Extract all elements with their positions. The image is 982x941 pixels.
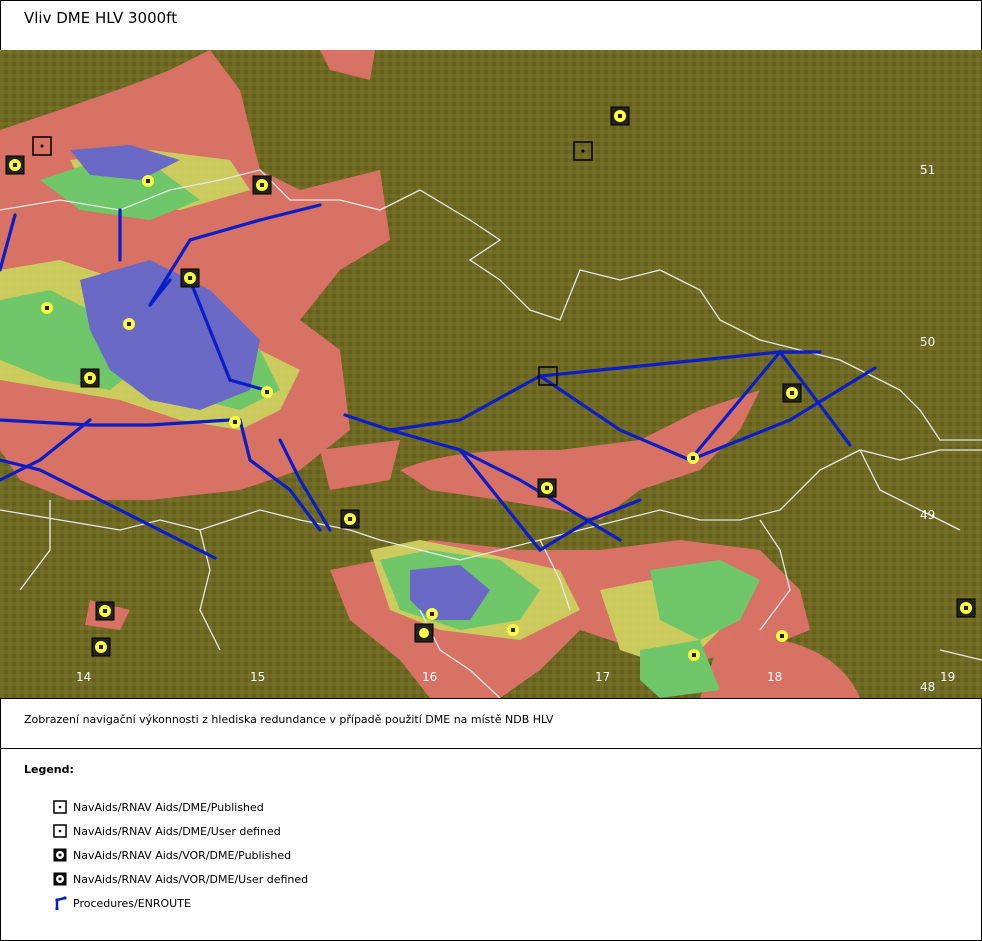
vor-dme-icon <box>782 383 802 403</box>
vor-dme-icon <box>5 155 25 175</box>
vor-dme-icon <box>252 175 272 195</box>
dme-published-icon <box>53 800 67 814</box>
legend-label: NavAids/RNAV Aids/VOR/DME/Published <box>73 848 292 862</box>
latitude-label: 49 <box>920 508 935 522</box>
vor-dme-icon <box>91 637 111 657</box>
latitude-label: 48 <box>920 680 935 694</box>
latitude-label: 50 <box>920 335 935 349</box>
longitude-label: 17 <box>595 670 610 684</box>
vor-dme-icon <box>80 368 100 388</box>
vor-dme-icon <box>956 598 976 618</box>
longitude-label: 14 <box>76 670 91 684</box>
latitude-label: 51 <box>920 163 935 177</box>
legend-item: NavAids/RNAV Aids/DME/Published <box>53 795 308 819</box>
legend-label: NavAids/RNAV Aids/DME/User defined <box>73 824 281 838</box>
enroute-procedure-icon <box>55 896 67 910</box>
vor-dme-user-defined-icon <box>53 872 67 886</box>
vor-dme-icon <box>426 608 438 620</box>
longitude-label: 16 <box>422 670 437 684</box>
vor-dme-icon <box>610 106 630 126</box>
map-title: Vliv DME HLV 3000ft <box>24 9 178 27</box>
legend-item: Procedures/ENROUTE <box>53 891 308 915</box>
vor-dme-icon <box>261 386 273 398</box>
caption-text: Zobrazení navigační výkonnosti z hledisk… <box>24 713 554 726</box>
vor-dme-icon <box>229 416 241 428</box>
vor-dme-icon <box>687 452 699 464</box>
legend-items: NavAids/RNAV Aids/DME/Published NavAids/… <box>53 795 308 915</box>
legend-panel: Legend: NavAids/RNAV Aids/DME/Published … <box>0 748 982 941</box>
vor-dme-icon <box>180 268 200 288</box>
vor-dme-icon <box>688 649 700 661</box>
dme-user-defined-icon <box>53 824 67 838</box>
vor-dme-icon <box>142 175 154 187</box>
legend-item: NavAids/RNAV Aids/DME/User defined <box>53 819 308 843</box>
legend-label: NavAids/RNAV Aids/DME/Published <box>73 800 264 814</box>
vor-dme-icon <box>95 601 115 621</box>
legend-item: NavAids/RNAV Aids/VOR/DME/User defined <box>53 867 308 891</box>
longitude-label: 15 <box>250 670 265 684</box>
legend-label: NavAids/RNAV Aids/VOR/DME/User defined <box>73 872 309 886</box>
legend-item: NavAids/RNAV Aids/VOR/DME/Published <box>53 843 308 867</box>
header-panel: Vliv DME HLV 3000ft <box>0 0 982 51</box>
legend-title: Legend: <box>24 763 74 776</box>
legend-label: Procedures/ENROUTE <box>73 896 191 910</box>
vor-dme-published-icon <box>53 848 67 862</box>
longitude-label: 19 <box>940 670 955 684</box>
longitude-label: 18 <box>767 670 782 684</box>
vor-dme-icon <box>537 478 557 498</box>
vor-dme-icon <box>123 318 135 330</box>
vor-dme-icon <box>776 630 788 642</box>
vor-dme-icon <box>414 623 434 643</box>
vor-dme-icon <box>340 509 360 529</box>
vor-dme-icon <box>507 624 519 636</box>
vor-dme-icon <box>41 302 53 314</box>
caption-panel: Zobrazení navigační výkonnosti z hledisk… <box>0 698 982 749</box>
map-canvas[interactable]: 14 15 16 17 18 19 51 50 49 48 <box>0 50 982 698</box>
map-view[interactable]: 14 15 16 17 18 19 51 50 49 48 <box>0 50 982 698</box>
